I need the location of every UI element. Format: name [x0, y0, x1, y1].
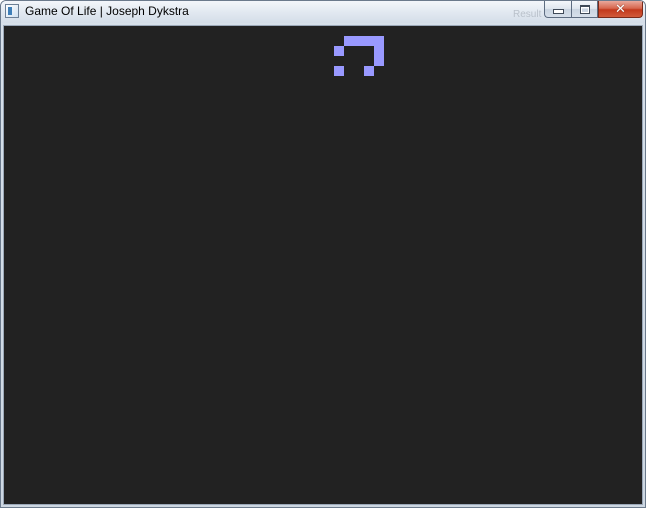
live-cell[interactable] [334, 66, 344, 76]
app-window: Game Of Life | Joseph Dykstra Result ✕ [0, 0, 646, 508]
title-bar[interactable]: Game Of Life | Joseph Dykstra Result ✕ [1, 1, 645, 23]
maximize-icon [579, 4, 590, 14]
app-icon[interactable] [5, 4, 19, 18]
cell-grid[interactable] [4, 26, 642, 504]
live-cell[interactable] [374, 36, 384, 46]
game-canvas[interactable] [3, 25, 643, 505]
live-cell[interactable] [344, 36, 354, 46]
minimize-icon [552, 9, 564, 14]
live-cell[interactable] [374, 56, 384, 66]
close-button[interactable]: ✕ [598, 1, 643, 18]
caption-buttons: ✕ [544, 1, 643, 19]
live-cell[interactable] [364, 66, 374, 76]
live-cell[interactable] [334, 46, 344, 56]
live-cell[interactable] [354, 36, 364, 46]
maximize-button[interactable] [571, 1, 598, 18]
close-icon: ✕ [615, 1, 626, 17]
live-cell[interactable] [374, 46, 384, 56]
window-title: Game Of Life | Joseph Dykstra [25, 4, 189, 18]
live-cell[interactable] [364, 36, 374, 46]
background-window-ghost-text: Result [513, 9, 542, 20]
minimize-button[interactable] [544, 1, 571, 18]
